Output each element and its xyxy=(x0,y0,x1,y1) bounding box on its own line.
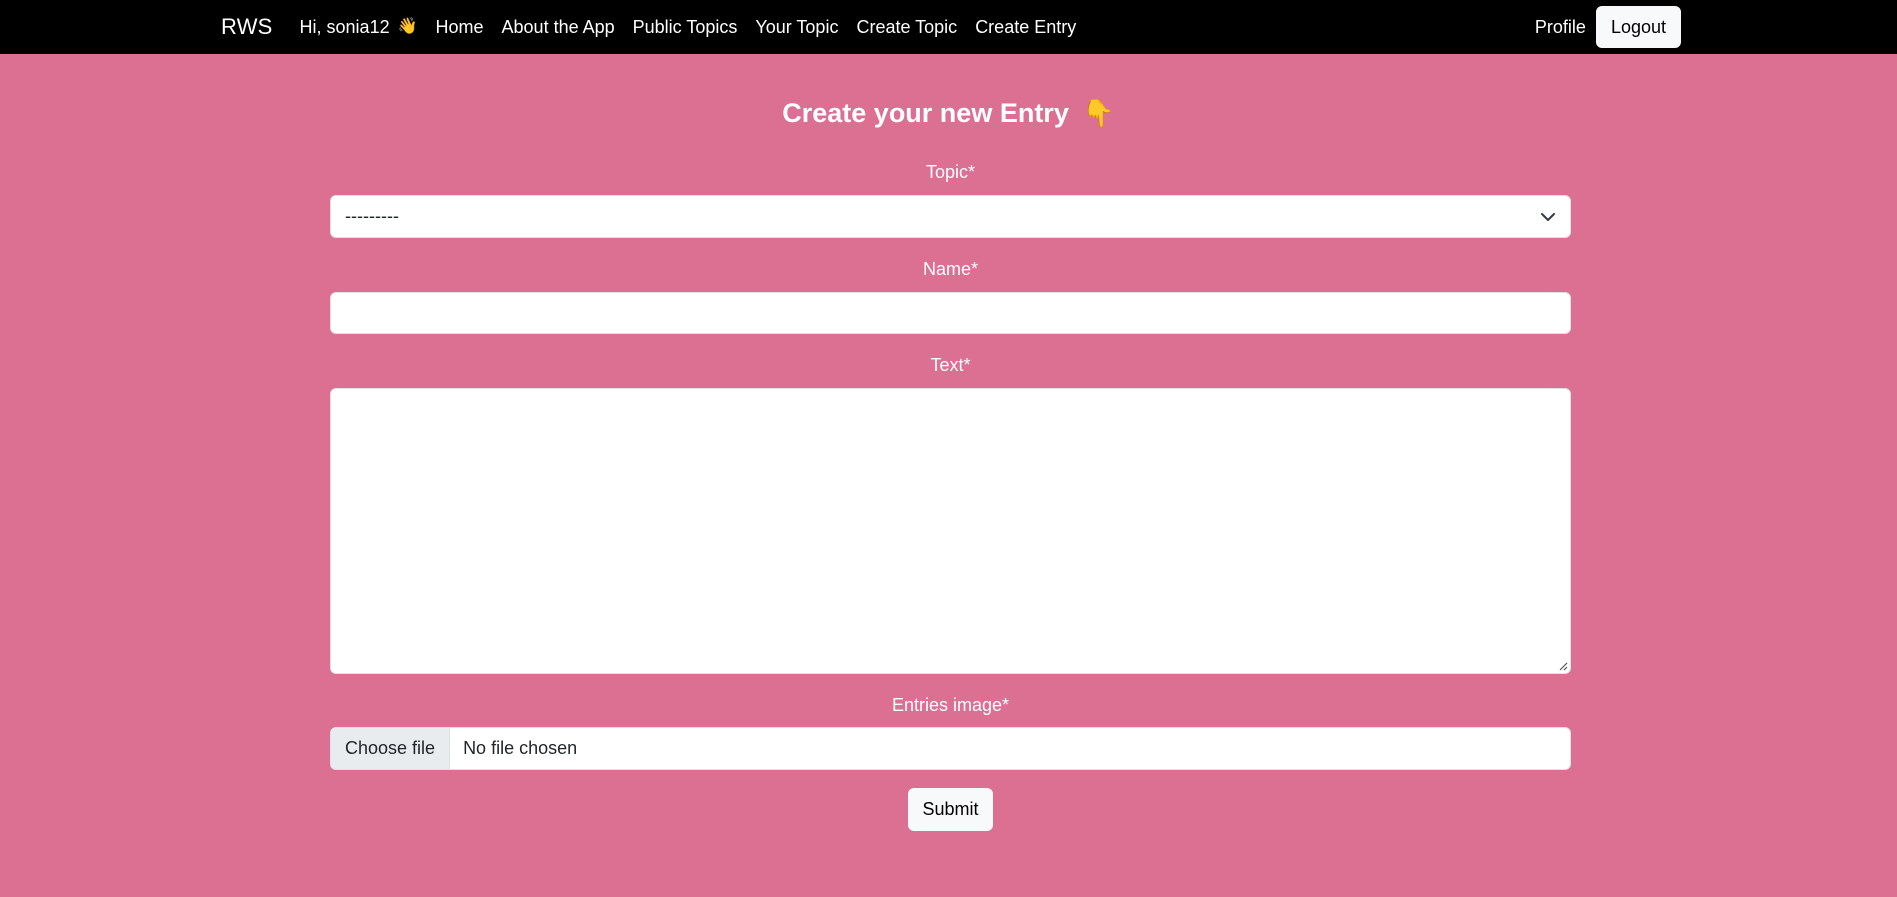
name-label: Name* xyxy=(922,259,979,279)
chevron-down-icon xyxy=(1541,212,1555,221)
logout-button[interactable]: Logout xyxy=(1595,6,1681,48)
nav-link-about[interactable]: About the App xyxy=(502,17,615,38)
nav-right: Profile Logout xyxy=(1535,6,1681,48)
nav-link-your-topic[interactable]: Your Topic xyxy=(755,17,838,38)
text-label: Text* xyxy=(930,355,971,375)
nav-link-home[interactable]: Home xyxy=(436,17,484,38)
greeting-text: Hi, sonia12 xyxy=(299,16,390,37)
nav-links: Hi, sonia12 👋 Home About the App Public … xyxy=(300,17,1077,38)
pointing-down-icon: 👇 xyxy=(1082,98,1115,128)
text-textarea[interactable] xyxy=(330,388,1571,674)
nav-link-create-topic[interactable]: Create Topic xyxy=(856,17,957,38)
nav-link-create-entry[interactable]: Create Entry xyxy=(975,17,1076,38)
page-title: Create your new Entry 👇 xyxy=(0,98,1897,129)
submit-button[interactable]: Submit xyxy=(908,788,993,831)
greeting-link[interactable]: Hi, sonia12 👋 xyxy=(300,17,418,38)
entries-image-input[interactable]: Choose file No file chosen xyxy=(330,727,1571,770)
topic-label: Topic* xyxy=(925,162,976,182)
file-status-text: No file chosen xyxy=(463,738,578,758)
nav-link-public-topics[interactable]: Public Topics xyxy=(633,17,738,38)
name-input[interactable] xyxy=(330,292,1571,334)
topic-select[interactable]: --------- xyxy=(330,195,1571,238)
page-title-text: Create your new Entry xyxy=(782,98,1069,128)
profile-link[interactable]: Profile xyxy=(1535,17,1586,38)
resize-handle-icon[interactable] xyxy=(1558,661,1568,671)
top-navbar: RWS Hi, sonia12 👋 Home About the App Pub… xyxy=(0,0,1897,54)
waving-hand-icon: 👋 xyxy=(397,18,418,35)
choose-file-button[interactable]: Choose file xyxy=(331,728,451,769)
navbar-container: RWS Hi, sonia12 👋 Home About the App Pub… xyxy=(221,0,1681,54)
topic-selected-value: --------- xyxy=(345,206,399,226)
entries-image-label: Entries image* xyxy=(891,695,1010,715)
brand-link[interactable]: RWS xyxy=(221,14,273,40)
